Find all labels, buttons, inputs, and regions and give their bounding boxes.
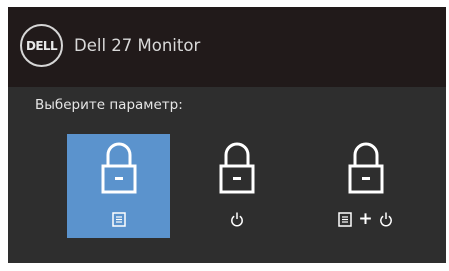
osd-header: DELL Dell 27 Monitor bbox=[8, 7, 446, 87]
lock-icon bbox=[348, 142, 384, 194]
lock-icon bbox=[101, 142, 137, 194]
power-icon bbox=[379, 211, 393, 227]
menu-lock-keys bbox=[67, 209, 170, 229]
dell-logo: DELL bbox=[20, 24, 63, 67]
lock-icon bbox=[219, 142, 255, 194]
menu-lock-option[interactable] bbox=[67, 134, 170, 238]
menu-icon bbox=[338, 211, 353, 227]
power-lock-option[interactable] bbox=[185, 134, 288, 238]
monitor-title: Dell 27 Monitor bbox=[74, 36, 201, 55]
select-option-prompt: Выберите параметр: bbox=[35, 97, 183, 113]
menu-power-lock-option[interactable]: + bbox=[314, 134, 417, 238]
power-icon bbox=[230, 211, 244, 227]
plus-sign: + bbox=[358, 208, 373, 229]
menu-icon bbox=[111, 211, 126, 227]
monitor-osd-panel: DELL Dell 27 Monitor Выберите параметр: bbox=[8, 7, 446, 263]
menu-power-lock-keys: + bbox=[314, 209, 417, 229]
power-lock-keys bbox=[185, 209, 288, 229]
